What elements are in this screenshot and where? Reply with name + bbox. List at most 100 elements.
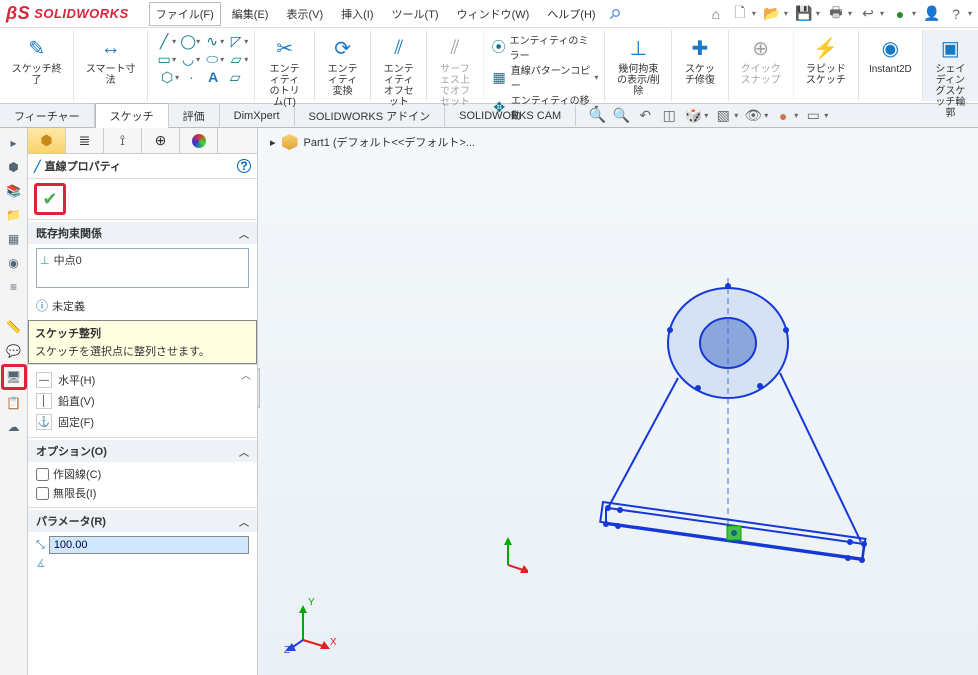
graphics-area[interactable]: ▸ Part1 (デフォルト<<デフォルト>... bbox=[258, 128, 978, 675]
ellipse-icon[interactable]: ⬭ bbox=[202, 50, 222, 68]
arc-icon[interactable]: ◡ bbox=[178, 50, 198, 68]
dropdown-arrow-icon[interactable]: ▾ bbox=[816, 9, 820, 18]
rail-clipboard-icon[interactable]: 📋 bbox=[3, 392, 25, 414]
tab-evaluate[interactable]: 評価 bbox=[169, 104, 220, 128]
dropdown-arrow-icon[interactable]: ▾ bbox=[912, 9, 916, 18]
polygon-icon[interactable]: ⬡ bbox=[157, 68, 177, 86]
zoom-fit-icon[interactable]: 🔍 bbox=[588, 107, 606, 125]
rebuild-icon[interactable]: ● bbox=[892, 6, 908, 22]
dropdown-arrow-icon[interactable]: ▾ bbox=[784, 9, 788, 18]
opt-construction[interactable]: 作図線(C) bbox=[36, 466, 249, 482]
repair-button[interactable]: ✚ スケッチ修復 bbox=[678, 32, 721, 88]
rail-view-palette-icon[interactable]: ▦ bbox=[3, 228, 25, 250]
pm-tab-display[interactable] bbox=[180, 128, 218, 153]
dropdown-arrow-icon[interactable]: ▾ bbox=[880, 9, 884, 18]
save-icon[interactable]: 💾 bbox=[796, 6, 812, 22]
menu-view[interactable]: 表示(V) bbox=[279, 2, 330, 26]
tab-addins[interactable]: SOLIDWORKS アドイン bbox=[295, 104, 446, 128]
scene-icon[interactable]: ▭ bbox=[804, 107, 822, 125]
shading-button[interactable]: ▣ シェイディングスケッチ輪郭 bbox=[929, 32, 972, 121]
shading-icon: ▣ bbox=[936, 34, 964, 62]
rail-custom-props-icon[interactable]: ≡ bbox=[3, 276, 25, 298]
menu-file[interactable]: ファイル(F) bbox=[149, 2, 221, 26]
offset-button[interactable]: ⫽ エンティティオフセット bbox=[377, 32, 420, 110]
menu-insert[interactable]: 挿入(I) bbox=[334, 2, 380, 26]
prev-view-icon[interactable]: ↶ bbox=[636, 107, 654, 125]
pm-tab-feature-tree[interactable]: ⬢ bbox=[28, 128, 66, 153]
pm-tab-dimxpert[interactable]: ⊕ bbox=[142, 128, 180, 153]
slot-icon[interactable]: ▱ bbox=[226, 50, 246, 68]
tab-feature[interactable]: フィーチャー bbox=[0, 104, 95, 128]
pm-tab-property[interactable]: ≣ bbox=[66, 128, 104, 153]
chamfer-icon[interactable]: ◸ bbox=[226, 32, 246, 50]
text-icon[interactable]: A bbox=[203, 68, 223, 86]
constraints-button[interactable]: ⊥ 幾何拘束の表示/削除 bbox=[611, 32, 665, 99]
sketch-entities-group: ╱▾ ◯▾ ∿▾ ◸▾ ▭▾ ◡▾ ⬭▾ ▱▾ ⬡▾ · A ▱ bbox=[148, 30, 255, 101]
mirror-icon[interactable]: ⦿ bbox=[490, 38, 508, 56]
tab-dimxpert[interactable]: DimXpert bbox=[220, 106, 295, 126]
dropdown-arrow-icon[interactable]: ▾ bbox=[848, 9, 852, 18]
linear-pattern-icon[interactable]: ▦ bbox=[490, 68, 509, 86]
collapse-icon[interactable]: ︿ bbox=[241, 367, 251, 382]
undo-icon[interactable]: ↩ bbox=[860, 6, 876, 22]
plane-icon[interactable]: ▱ bbox=[225, 68, 245, 86]
hide-show-icon[interactable]: 👁 bbox=[744, 107, 762, 125]
rail-resources-icon[interactable]: ⬢ bbox=[3, 156, 25, 178]
panel-splitter[interactable] bbox=[258, 368, 260, 408]
rail-design-lib-icon[interactable]: 📚 bbox=[3, 180, 25, 202]
open-icon[interactable]: 📂 bbox=[764, 6, 780, 22]
rail-forum-icon[interactable]: 💬 bbox=[3, 340, 25, 362]
rapid-sketch-button[interactable]: ⚡ ラピッドスケッチ bbox=[800, 32, 852, 88]
existing-constraints-list[interactable]: ⊥ 中点0 bbox=[36, 248, 249, 288]
feature-tree-icon: ⬢ bbox=[40, 132, 52, 149]
section-view-icon[interactable]: ◫ bbox=[660, 107, 678, 125]
pm-ok-button[interactable]: ✔ bbox=[34, 183, 66, 215]
display-style-icon[interactable]: ▧ bbox=[714, 107, 732, 125]
breadcrumb[interactable]: ▸ Part1 (デフォルト<<デフォルト>... bbox=[270, 134, 475, 150]
pm-help-icon[interactable]: ? bbox=[237, 159, 251, 173]
pin-icon[interactable]: ⚲ bbox=[603, 2, 626, 25]
rail-file-explorer-icon[interactable]: 📁 bbox=[3, 204, 25, 226]
trim-button[interactable]: ✂ エンティティのトリム(T) bbox=[261, 32, 308, 110]
rectangle-icon[interactable]: ▭ bbox=[154, 50, 174, 68]
appearance-icon[interactable]: ● bbox=[774, 107, 792, 125]
menu-help[interactable]: ヘルプ(H) bbox=[540, 2, 602, 26]
point-icon[interactable]: · bbox=[181, 68, 201, 86]
opt-infinite[interactable]: 無限長(I) bbox=[36, 485, 249, 501]
circle-icon[interactable]: ◯ bbox=[178, 32, 198, 50]
zoom-area-icon[interactable]: 🔍 bbox=[612, 107, 630, 125]
collapse-icon[interactable]: ︿ bbox=[239, 444, 249, 459]
collapse-icon[interactable]: ︿ bbox=[239, 514, 249, 529]
new-icon[interactable]: 🗋 bbox=[732, 6, 748, 22]
dropdown-arrow-icon[interactable]: ▾ bbox=[968, 9, 972, 18]
user-icon[interactable]: 👤 bbox=[924, 6, 940, 22]
rail-sketch-align-icon[interactable]: 🖥 bbox=[1, 364, 27, 390]
opt-infinite-checkbox[interactable] bbox=[36, 487, 49, 500]
align-fix[interactable]: ⚓ 固定(F) bbox=[36, 413, 249, 431]
opt-construction-checkbox[interactable] bbox=[36, 468, 49, 481]
menu-edit[interactable]: 編集(E) bbox=[225, 2, 276, 26]
align-vertical[interactable]: │ 鉛直(V) bbox=[36, 392, 249, 410]
spline-icon[interactable]: ∿ bbox=[202, 32, 222, 50]
sketch-exit-button[interactable]: ✎ スケッチ終了 bbox=[6, 32, 67, 88]
rail-appearances-icon[interactable]: ◉ bbox=[3, 252, 25, 274]
help-icon[interactable]: ? bbox=[948, 6, 964, 22]
collapse-icon[interactable]: ︿ bbox=[239, 226, 249, 241]
home-icon[interactable]: ⌂ bbox=[708, 6, 724, 22]
rail-cloud-icon[interactable]: ☁ bbox=[3, 416, 25, 438]
dropdown-arrow-icon[interactable]: ▾ bbox=[752, 9, 756, 18]
view-orient-icon[interactable]: 🎲 bbox=[684, 107, 702, 125]
rail-measure-icon[interactable]: 📏 bbox=[3, 316, 25, 338]
param-length-input[interactable] bbox=[49, 536, 249, 554]
menu-window[interactable]: ウィンドウ(W) bbox=[450, 2, 537, 26]
menu-tool[interactable]: ツール(T) bbox=[385, 2, 446, 26]
smart-dimension-button[interactable]: ↔ スマート寸法 bbox=[80, 32, 141, 88]
pm-tab-config[interactable]: ⟟ bbox=[104, 128, 142, 153]
line-icon[interactable]: ╱ bbox=[154, 32, 174, 50]
tab-sketch[interactable]: スケッチ bbox=[95, 103, 169, 129]
rail-fly-out-icon[interactable]: ▸ bbox=[3, 132, 25, 154]
convert-button[interactable]: ⟳ エンティティ変換 bbox=[321, 32, 364, 99]
align-horizontal[interactable]: — 水平(H) bbox=[36, 371, 249, 389]
instant2d-button[interactable]: ◉ Instant2D bbox=[865, 32, 916, 77]
print-icon[interactable]: 🖶 bbox=[828, 6, 844, 22]
